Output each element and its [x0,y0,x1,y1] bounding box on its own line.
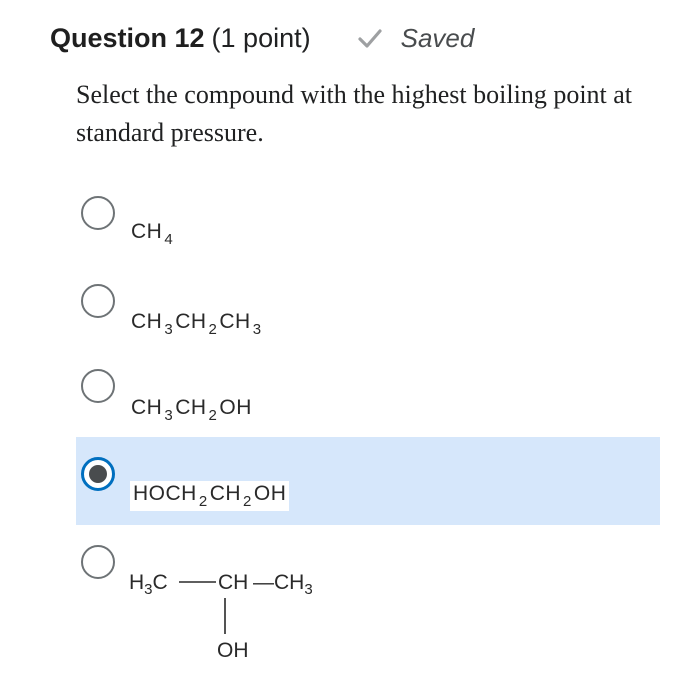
answer-option-4[interactable]: HOCH 2CH 2OH [76,437,660,525]
struct-left-h: H [129,571,144,594]
question-prompt: Select the compound with the highest boi… [76,80,633,147]
answer-option-3[interactable]: CH 3CH 2OH [76,364,660,424]
option-5-structure: H3C CH —CH3 OH [129,571,313,658]
struct-center-ch: CH [218,571,248,594]
radio-button-5[interactable] [81,545,115,579]
struct-left-sub: 3 [144,581,152,598]
svg-text:—CH3: —CH3 [253,571,313,598]
radio-button-2[interactable] [81,284,115,318]
answer-option-2[interactable]: CH 3CH 2CH 3 [76,278,660,338]
svg-text:H3C: H3C [129,571,168,598]
answer-option-1[interactable]: CH 4 [76,190,660,250]
struct-right-sub: 3 [304,581,312,598]
option-1-formula: CH 4 [131,220,174,248]
answer-option-5[interactable]: H3C CH —CH3 OH [76,540,660,670]
struct-left-c: C [153,571,168,594]
option-2-formula: CH 3CH 2CH 3 [131,310,262,338]
option-3-formula: CH 3CH 2OH [131,396,252,424]
option-4-formula: HOCH 2CH 2OH [130,481,290,511]
radio-button-4-selected[interactable] [81,457,115,491]
question-number: Question 12 [50,22,205,53]
saved-status: Saved [357,22,475,54]
saved-label: Saved [400,22,475,53]
radio-button-3[interactable] [81,369,115,403]
struct-right-ch: —CH [253,571,304,594]
struct-below-oh: OH [217,639,249,658]
question-header: Question 12 (1 point) Saved [50,18,474,58]
radio-button-1[interactable] [81,196,115,230]
question-points: (1 point) [211,22,311,53]
checkmark-icon [358,29,382,48]
